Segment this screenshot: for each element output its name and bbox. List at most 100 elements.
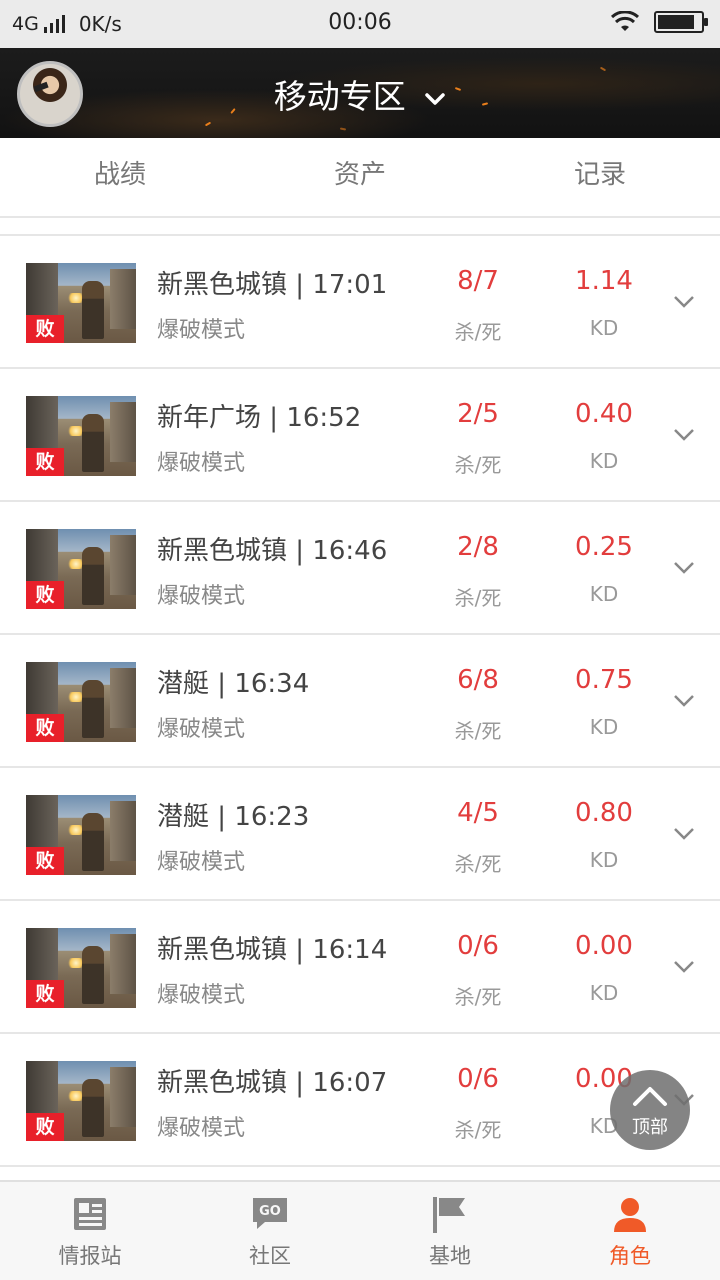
chevron-down-icon[interactable] <box>673 958 695 974</box>
map-name: 新黑色城镇 <box>157 536 288 566</box>
map-name: 新黑色城镇 <box>157 270 288 300</box>
match-thumbnail: 败 <box>26 795 136 875</box>
kd-ratio-value: 0.25 <box>575 532 633 562</box>
kd-ratio-label: KD <box>589 715 619 739</box>
map-name: 新黑色城镇 <box>157 935 288 965</box>
match-row[interactable]: 败 新黑色城镇 | 17:01 爆破模式 8/7 杀/死 1.14 KD <box>0 236 720 369</box>
map-time: 潜艇 | 16:34 <box>157 669 310 699</box>
header-banner: 移动专区 <box>0 48 720 138</box>
match-row[interactable]: 败 潜艇 | 16:23 爆破模式 4/5 杀/死 0.80 KD <box>0 768 720 901</box>
match-row[interactable]: 败 潜艇 | 16:34 爆破模式 6/8 杀/死 0.75 KD <box>0 635 720 768</box>
match-row[interactable]: 败 新黑色城镇 | 16:46 爆破模式 2/8 杀/死 0.25 KD <box>0 502 720 635</box>
kill-death-value: 0/6 <box>457 931 499 961</box>
kill-death-value: 2/5 <box>457 399 499 429</box>
chevron-down-icon[interactable] <box>673 825 695 841</box>
result-badge: 败 <box>26 714 64 742</box>
map-name: 新年广场 <box>157 403 262 433</box>
kd-ratio-value: 1.14 <box>575 266 633 296</box>
flag-icon <box>433 1197 465 1233</box>
match-thumbnail: 败 <box>26 263 136 343</box>
nav-label: 社区 <box>249 1244 291 1268</box>
match-list: 败 新黑色城镇 | 17:01 爆破模式 8/7 杀/死 1.14 KD 败 新… <box>0 234 720 1167</box>
kill-death-label: 杀/死 <box>454 852 502 876</box>
map-name: 新黑色城镇 <box>157 1068 288 1098</box>
kill-death-value: 2/8 <box>457 532 499 562</box>
match-time: 16:52 <box>286 403 362 433</box>
match-row[interactable]: 败 新年广场 | 16:52 爆破模式 2/5 杀/死 0.40 KD <box>0 369 720 502</box>
map-time: 新年广场 | 16:52 <box>157 403 362 433</box>
game-mode: 爆破模式 <box>157 717 246 742</box>
match-thumbnail: 败 <box>26 662 136 742</box>
tab-record[interactable]: 战绩 <box>0 138 240 216</box>
map-time: 新黑色城镇 | 17:01 <box>157 270 388 300</box>
news-icon <box>74 1198 106 1230</box>
svg-text:GO: GO <box>259 1204 281 1219</box>
game-mode: 爆破模式 <box>157 983 246 1008</box>
result-badge: 败 <box>26 315 64 343</box>
match-time: 17:01 <box>312 270 388 300</box>
kill-death-value: 6/8 <box>457 665 499 695</box>
nav-character[interactable]: 角色 <box>540 1182 720 1280</box>
kill-death-label: 杀/死 <box>454 985 502 1009</box>
nav-label: 情报站 <box>58 1244 122 1268</box>
result-badge: 败 <box>26 847 64 875</box>
match-time: 16:23 <box>234 802 310 832</box>
map-name: 潜艇 <box>157 669 210 699</box>
chevron-down-icon[interactable] <box>673 293 695 309</box>
kill-death-label: 杀/死 <box>454 1118 502 1142</box>
kill-death-value: 8/7 <box>457 266 499 296</box>
game-mode: 爆破模式 <box>157 850 246 875</box>
nav-intel[interactable]: 情报站 <box>0 1182 180 1280</box>
result-badge: 败 <box>26 448 64 476</box>
back-to-top-button[interactable]: 顶部 <box>610 1070 690 1150</box>
nav-community[interactable]: GO 社区 <box>180 1182 360 1280</box>
nav-label: 角色 <box>609 1244 651 1268</box>
tab-assets[interactable]: 资产 <box>240 138 480 216</box>
community-icon: GO <box>253 1198 287 1229</box>
kd-ratio-value: 0.80 <box>575 798 633 828</box>
match-thumbnail: 败 <box>26 1061 136 1141</box>
chevron-down-icon[interactable] <box>673 692 695 708</box>
kd-ratio-label: KD <box>589 981 619 1005</box>
nav-base[interactable]: 基地 <box>360 1182 540 1280</box>
game-mode: 爆破模式 <box>157 318 246 343</box>
kd-ratio-label: KD <box>589 848 619 872</box>
map-time: 新黑色城镇 | 16:07 <box>157 1068 388 1098</box>
kd-ratio-label: KD <box>589 449 619 473</box>
kd-ratio-label: KD <box>589 316 619 340</box>
status-right <box>610 11 708 33</box>
back-to-top-label: 顶部 <box>632 1117 668 1138</box>
battery-icon <box>654 11 708 33</box>
chevron-down-icon[interactable] <box>673 426 695 442</box>
tab-history[interactable]: 记录 <box>480 138 720 216</box>
map-time: 新黑色城镇 | 16:46 <box>157 536 388 566</box>
match-thumbnail: 败 <box>26 396 136 476</box>
kd-ratio-value: 0.00 <box>575 931 633 961</box>
zone-title: 移动专区 <box>273 77 406 116</box>
map-name: 潜艇 <box>157 802 210 832</box>
match-time: 16:46 <box>312 536 388 566</box>
nav-label: 基地 <box>429 1244 471 1268</box>
chevron-up-icon <box>633 1087 667 1106</box>
map-time: 新黑色城镇 | 16:14 <box>157 935 388 965</box>
kill-death-value: 0/6 <box>457 1064 499 1094</box>
map-time: 潜艇 | 16:23 <box>157 802 310 832</box>
kd-ratio-label: KD <box>589 582 619 606</box>
result-badge: 败 <box>26 581 64 609</box>
game-mode: 爆破模式 <box>157 1116 246 1141</box>
match-row[interactable]: 败 新黑色城镇 | 16:14 爆破模式 0/6 杀/死 0.00 KD <box>0 901 720 1034</box>
kd-ratio-value: 0.75 <box>575 665 633 695</box>
kill-death-label: 杀/死 <box>454 586 502 610</box>
tab-bar: 战绩 资产 记录 <box>0 138 720 218</box>
bottom-nav: 情报站 GO 社区 基地 角色 <box>0 1180 720 1280</box>
kill-death-label: 杀/死 <box>454 453 502 477</box>
kill-death-value: 4/5 <box>457 798 499 828</box>
kill-death-label: 杀/死 <box>454 719 502 743</box>
game-mode: 爆破模式 <box>157 451 246 476</box>
zone-selector[interactable]: 移动专区 <box>0 70 720 118</box>
wifi-icon <box>610 11 640 31</box>
match-time: 16:34 <box>234 669 310 699</box>
status-bar: 4G 0K/s 00:06 <box>0 0 720 48</box>
match-time: 16:14 <box>312 935 388 965</box>
chevron-down-icon[interactable] <box>673 559 695 575</box>
